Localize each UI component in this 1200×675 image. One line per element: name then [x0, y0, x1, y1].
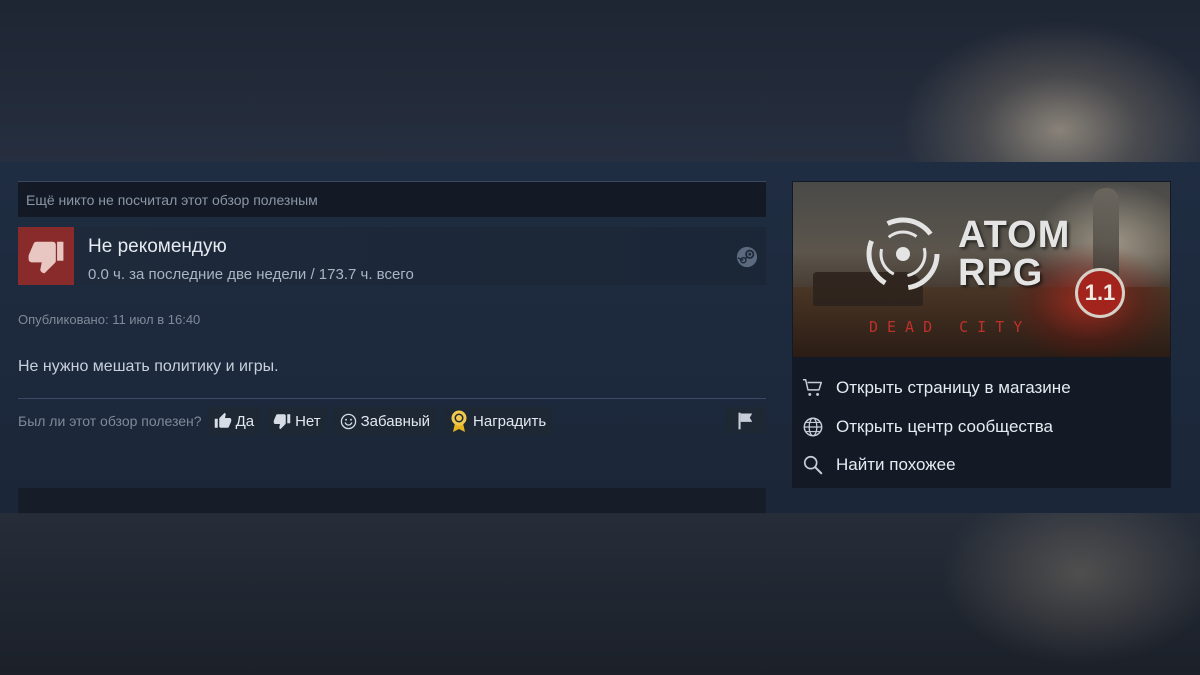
verdict-title: Не рекомендую	[88, 236, 227, 257]
thumbs-down-icon	[273, 414, 291, 430]
report-flag-button[interactable]	[725, 407, 766, 434]
game-subtitle: DEAD CITY	[869, 318, 1032, 336]
award-label: Наградить	[473, 412, 547, 430]
vote-funny-label: Забавный	[360, 412, 431, 430]
posted-date: Опубликовано: 11 июл в 16:40	[18, 312, 201, 327]
vote-yes-label: Да	[235, 412, 255, 430]
store-page-link[interactable]: Открыть страницу в магазине	[802, 369, 1071, 408]
vote-row: Был ли этот обзор полезен? Да Нет Забавн…	[18, 407, 558, 435]
game-capsule-image[interactable]: ATOM RPG 1.1 DEAD CITY	[793, 182, 1170, 357]
award-medal-icon	[451, 410, 467, 432]
community-hub-link[interactable]: Открыть центр сообщества	[802, 408, 1071, 447]
review-verdict-box: Не рекомендую 0.0 ч. за последние две не…	[18, 227, 766, 285]
vote-no-button[interactable]: Нет	[266, 407, 328, 435]
vote-yes-button[interactable]: Да	[206, 407, 262, 435]
helpful-status-bar: Ещё никто не посчитал этот обзор полезны…	[18, 181, 766, 217]
game-title-line1: ATOM	[958, 214, 1071, 256]
globe-icon	[803, 417, 823, 437]
find-similar-link[interactable]: Найти похожее	[802, 446, 1071, 485]
vote-funny-button[interactable]: Забавный	[332, 407, 438, 435]
game-links: Открыть страницу в магазине Открыть цент…	[802, 369, 1071, 485]
game-card: ATOM RPG 1.1 DEAD CITY Открыть страницу …	[792, 181, 1171, 488]
playtime-hours: 0.0 ч. за последние две недели / 173.7 ч…	[88, 266, 414, 283]
thumbs-down-badge	[18, 227, 74, 285]
community-hub-label: Открыть центр сообщества	[836, 416, 1054, 436]
cart-icon	[802, 379, 822, 397]
game-title-line2: RPG	[958, 252, 1044, 294]
divider	[18, 398, 766, 399]
background-top	[0, 0, 1200, 162]
smiley-icon	[340, 413, 356, 429]
flag-icon	[738, 412, 752, 429]
review-text: Не нужно мешать политику и игры.	[18, 358, 279, 375]
atom-logo-icon	[866, 217, 940, 291]
vote-no-label: Нет	[295, 412, 321, 430]
background-bottom	[0, 513, 1200, 675]
thumbs-down-icon	[28, 241, 64, 274]
search-icon	[803, 456, 823, 475]
thumbs-up-icon	[214, 412, 231, 428]
steam-icon	[736, 246, 758, 268]
version-badge: 1.1	[1075, 268, 1125, 318]
comments-strip	[18, 488, 766, 513]
find-similar-label: Найти похожее	[836, 455, 956, 475]
award-button[interactable]: Наградить	[442, 407, 554, 435]
vote-question: Был ли этот обзор полезен?	[18, 413, 202, 429]
store-page-label: Открыть страницу в магазине	[836, 378, 1071, 398]
